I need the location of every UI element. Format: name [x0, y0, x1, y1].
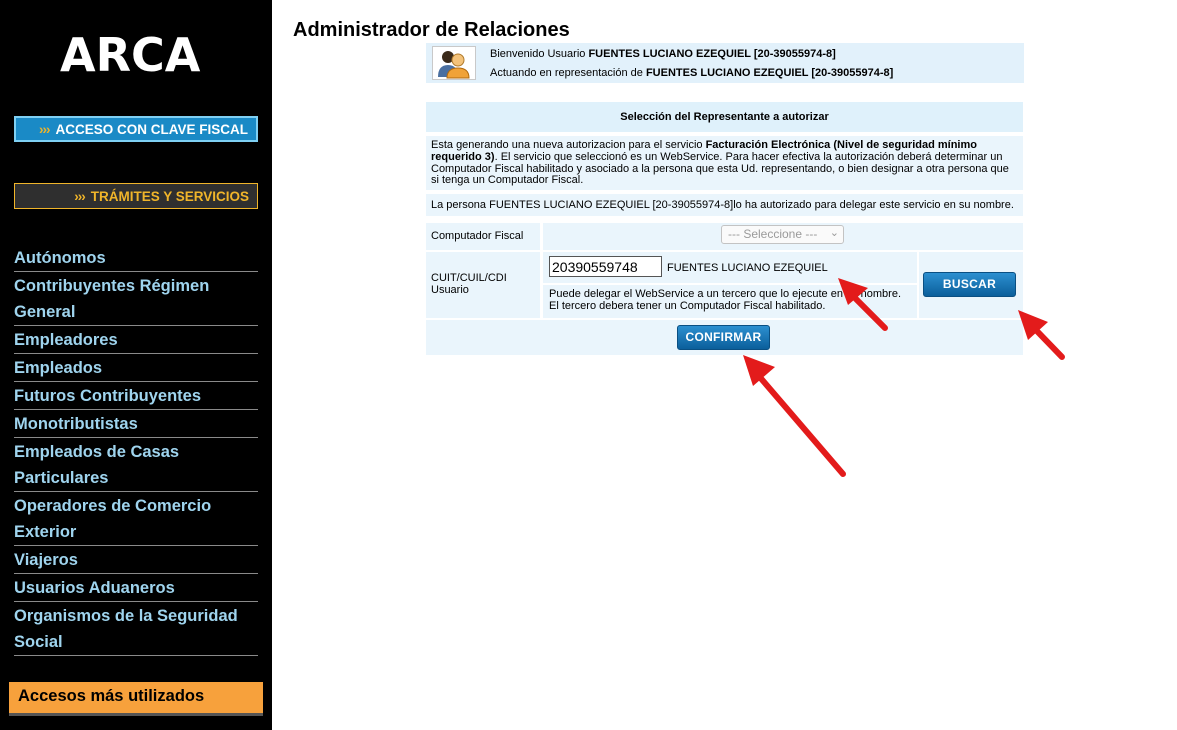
- annotation-arrows: [743, 278, 1065, 477]
- red-arrow-icon: [743, 355, 846, 477]
- red-arrow-icon: [1018, 310, 1065, 360]
- red-arrow-icon: [838, 278, 888, 331]
